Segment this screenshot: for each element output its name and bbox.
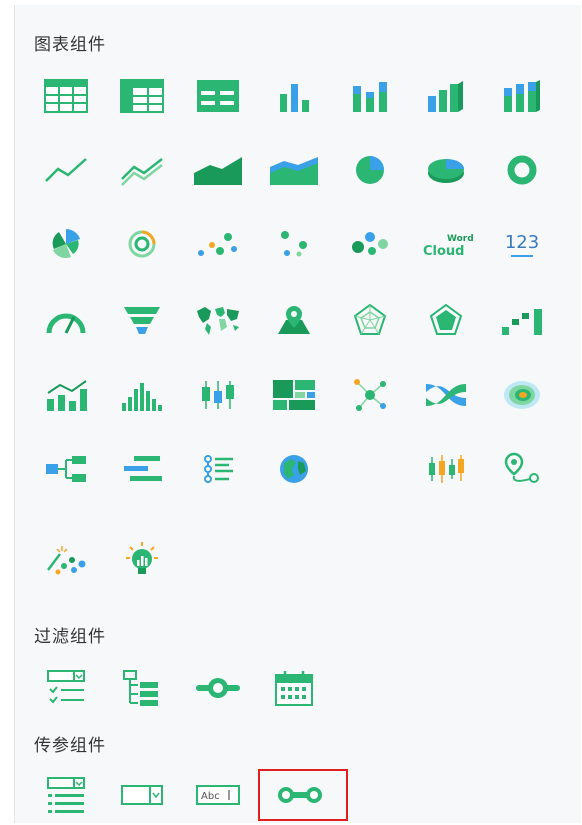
dropdown-list-param-icon[interactable] [40,774,92,816]
dropdown-checkbox-filter-icon[interactable] [40,667,92,709]
number-indicator-text: 123 [505,232,539,253]
word-cloud-icon[interactable]: Word Cloud [420,223,474,265]
histogram-icon[interactable] [116,374,168,416]
bubble-chart-icon[interactable] [344,223,396,265]
section-title-param: 传参组件 [34,736,106,756]
dot-chart-icon[interactable] [268,223,320,265]
area-chart-icon[interactable] [192,149,244,191]
cross-table-icon[interactable] [116,75,168,117]
sankey-icon[interactable] [420,374,472,416]
pie-chart-icon[interactable] [344,149,396,191]
gauge-chart-icon[interactable] [40,299,92,341]
number-indicator-icon[interactable]: 123 [496,223,548,265]
world-map-icon[interactable] [192,299,244,341]
route-map-icon[interactable] [496,448,548,490]
stacked-area-icon[interactable] [268,149,320,191]
radar-chart-icon[interactable] [344,299,396,341]
text-input-param-icon[interactable]: Abc [192,774,244,816]
globe-icon[interactable] [268,448,320,490]
word-cloud-cloud: Cloud [423,244,465,259]
3d-bar-icon[interactable] [420,75,472,117]
treemap-icon[interactable] [268,374,320,416]
group-table-icon[interactable] [192,75,244,117]
filled-radar-icon[interactable] [420,299,472,341]
candlestick-chart-icon[interactable] [420,448,472,490]
rose-pie-icon[interactable] [40,223,92,265]
word-cloud-word: Word [447,234,474,244]
timeline-icon[interactable] [192,448,244,490]
funnel-chart-icon[interactable] [116,299,168,341]
combo-chart-icon[interactable] [40,374,92,416]
3d-stacked-bar-icon[interactable] [496,75,548,117]
donut-chart-icon[interactable] [496,149,548,191]
bar-chart-icon[interactable] [268,75,320,117]
waterfall-chart-icon[interactable] [496,299,548,341]
multi-line-chart-icon[interactable] [116,149,168,191]
slider-filter-icon[interactable] [192,667,244,709]
calendar-filter-icon[interactable] [268,667,320,709]
smart-insight-icon[interactable] [116,539,168,581]
stacked-bar-icon[interactable] [344,75,396,117]
gantt-chart-icon[interactable] [116,448,168,490]
line-chart-icon[interactable] [40,149,92,191]
tree-filter-icon[interactable] [116,667,168,709]
magic-chart-icon[interactable] [40,539,92,581]
text-input-label: Abc [201,791,220,802]
3d-pie-icon[interactable] [420,149,472,191]
map-pin-icon[interactable] [268,299,320,341]
table-icon[interactable] [40,75,92,117]
tree-diagram-icon[interactable] [40,448,92,490]
network-graph-icon[interactable] [344,374,396,416]
scatter-chart-icon[interactable] [192,223,244,265]
select-box-param-icon[interactable] [116,774,168,816]
box-plot-icon[interactable] [192,374,244,416]
section-title-chart: 图表组件 [34,35,106,55]
selection-highlight [258,769,348,821]
heatmap-icon[interactable] [496,374,548,416]
section-title-filter: 过滤组件 [34,627,106,647]
ring-gauge-icon[interactable] [116,223,168,265]
